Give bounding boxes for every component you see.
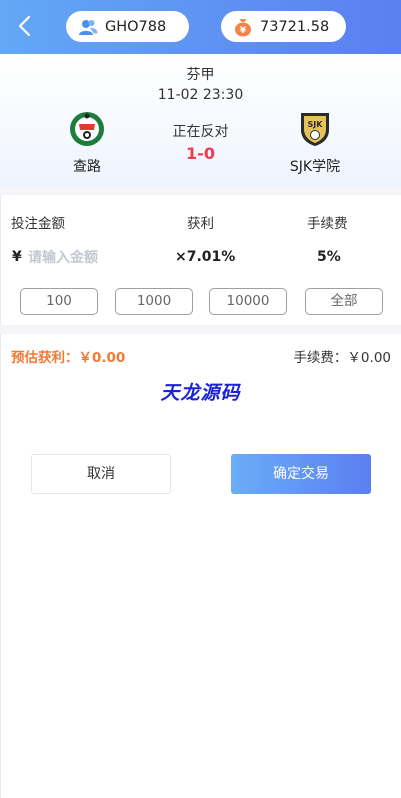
user-group-icon — [79, 19, 98, 35]
section-divider — [0, 325, 401, 334]
match-card: 芬甲 11-02 23:30 查路 正在反对 1-0 SJK SJK学院 — [0, 54, 401, 186]
fee-total: 手续费：￥0.00 — [293, 350, 391, 366]
chevron-left-icon[interactable] — [14, 14, 38, 38]
username: GHO788 — [105, 18, 167, 35]
odds-value: ×7.01% — [175, 249, 236, 265]
bet-labels-row: 投注金额 获利 手续费 — [0, 212, 401, 232]
currency-symbol: ¥ — [12, 249, 22, 265]
svg-text:SJK: SJK — [308, 120, 324, 129]
home-team: 查路 — [32, 110, 142, 176]
quick-amount-10000-button[interactable]: 10000 — [209, 288, 287, 315]
section-divider — [0, 186, 401, 195]
svg-text:¥: ¥ — [240, 26, 247, 36]
user-badge[interactable]: GHO788 — [66, 11, 189, 42]
quick-amount-all-button[interactable]: 全部 — [305, 288, 383, 315]
bet-values-row: ¥ ×7.01% 5% — [0, 246, 401, 270]
cancel-button[interactable]: 取消 — [31, 454, 171, 494]
amount-label: 投注金额 — [11, 216, 65, 232]
match-time: 11-02 23:30 — [157, 87, 244, 103]
watermark-text: 天龙源码 — [160, 382, 241, 404]
money-bag-icon: ¥ — [235, 18, 251, 36]
quick-amount-100-button[interactable]: 100 — [20, 288, 98, 315]
fee-label: 手续费 — [307, 216, 348, 232]
balance-badge[interactable]: ¥ 73721.58 — [221, 11, 346, 42]
profit-label: 获利 — [187, 216, 214, 232]
balance-amount: 73721.58 — [260, 18, 330, 35]
confirm-trade-button[interactable]: 确定交易 — [231, 454, 371, 494]
sjk-shield-crest-icon: SJK — [301, 113, 329, 146]
fee-rate: 5% — [317, 249, 341, 265]
away-team: SJK SJK学院 — [260, 110, 370, 176]
top-bar: GHO788 ¥ 73721.58 — [0, 0, 401, 54]
league-name: 芬甲 — [186, 67, 215, 83]
quick-amount-1000-button[interactable]: 1000 — [115, 288, 193, 315]
estimated-profit: 预估获利：￥0.00 — [11, 350, 126, 366]
amount-input[interactable] — [28, 246, 138, 270]
away-team-name: SJK学院 — [289, 159, 341, 175]
